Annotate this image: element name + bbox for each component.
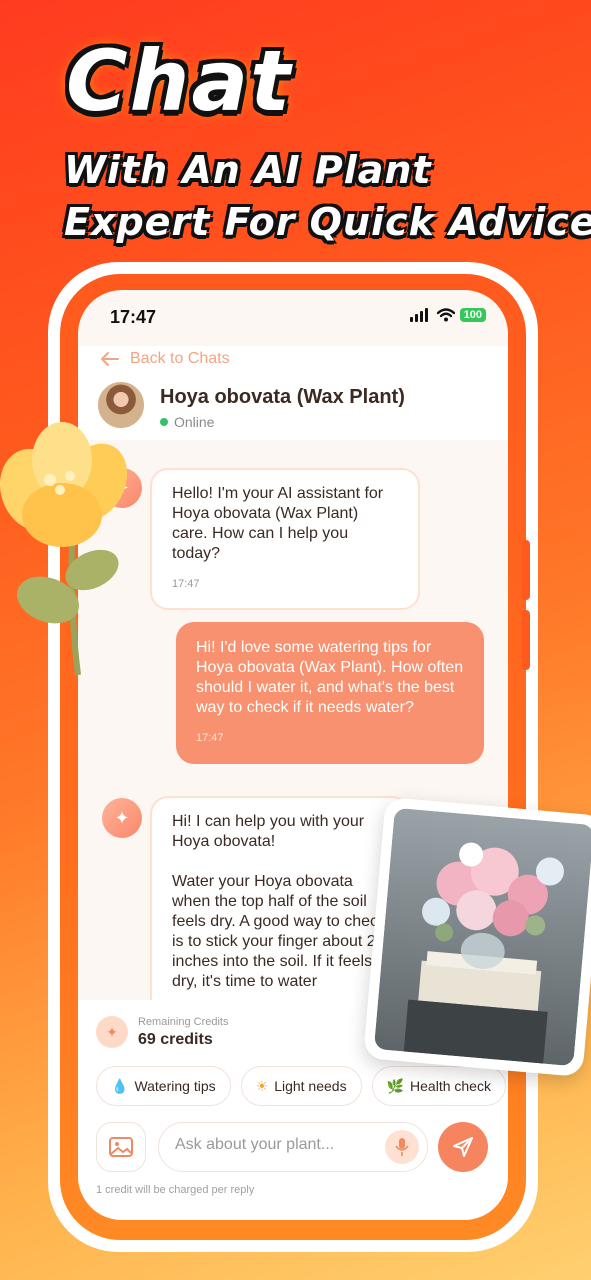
credits-value: 69 credits — [138, 1031, 213, 1048]
sun-icon: ☀ — [255, 1077, 269, 1094]
chip-label: Light needs — [274, 1078, 347, 1094]
headline-subtitle-line1: With An AI Plant — [64, 148, 432, 192]
water-drop-icon: 💧 — [111, 1077, 129, 1094]
chip-watering-tips[interactable]: 💧 Watering tips — [96, 1066, 231, 1106]
credits-icon: ✦ — [96, 1016, 128, 1048]
bouquet-photo — [363, 796, 591, 1078]
image-icon — [109, 1137, 133, 1157]
send-icon — [453, 1137, 473, 1157]
message-input-box — [158, 1122, 428, 1172]
message-time: 17:47 — [196, 732, 224, 744]
chat-header: Back to Chats Hoya obovata (Wax Plant) O… — [78, 346, 508, 440]
send-button[interactable] — [438, 1122, 488, 1172]
microphone-icon — [395, 1138, 409, 1156]
chip-light-needs[interactable]: ☀ Light needs — [240, 1066, 362, 1106]
headline-title: Chat — [66, 32, 293, 130]
back-label: Back to Chats — [130, 350, 230, 367]
bot-avatar: ✦ — [102, 798, 142, 838]
online-status: Online — [160, 414, 214, 430]
attach-image-button[interactable] — [96, 1122, 146, 1172]
signal-icon — [409, 308, 428, 322]
bot-message: Hello! I'm your AI assistant for Hoya ob… — [150, 468, 420, 610]
message-text: Hi! I'd love some watering tips for Hoya… — [196, 639, 464, 716]
decorative-flower-icon — [0, 422, 128, 676]
credits-label: Remaining Credits — [138, 1016, 229, 1028]
user-message: Hi! I'd love some watering tips for Hoya… — [176, 622, 484, 764]
battery-icon: 100 — [459, 308, 486, 322]
chip-label: Watering tips — [134, 1078, 216, 1094]
wifi-icon — [436, 308, 455, 322]
voice-input-button[interactable] — [385, 1130, 419, 1164]
flower-bouquet-image — [374, 808, 591, 1066]
phone-side-button — [522, 610, 530, 670]
status-time: 17:47 — [110, 307, 157, 327]
phone-screen: 17:47 100 Back to Chats Hoya obovata (Wa… — [78, 290, 508, 1220]
message-input[interactable] — [175, 1136, 375, 1154]
online-label: Online — [174, 414, 215, 430]
back-to-chats-button[interactable]: Back to Chats — [100, 350, 230, 368]
chip-health-check[interactable]: 🌿 Health check — [371, 1066, 506, 1106]
status-icons: 100 — [409, 308, 486, 322]
arrow-left-icon — [101, 352, 119, 366]
credit-charge-note: 1 credit will be charged per reply — [96, 1184, 255, 1196]
quick-reply-chips: 💧 Watering tips ☀ Light needs 🌿 Health c… — [96, 1066, 508, 1106]
phone-side-button — [522, 540, 530, 600]
sparkle-icon: ✦ — [114, 807, 130, 828]
online-dot — [160, 418, 168, 426]
message-text: Hi! I can help you with your Hoya obovat… — [172, 813, 387, 990]
headline-subtitle-line2: Expert For Quick Advice — [64, 200, 591, 244]
status-bar: 17:47 100 — [78, 290, 508, 346]
message-text: Hello! I'm your AI assistant for Hoya ob… — [172, 485, 384, 562]
chip-label: Health check — [410, 1078, 491, 1094]
message-time: 17:47 — [172, 578, 200, 590]
chat-title: Hoya obovata (Wax Plant) — [160, 386, 405, 408]
leaf-icon: 🌿 — [386, 1077, 405, 1094]
